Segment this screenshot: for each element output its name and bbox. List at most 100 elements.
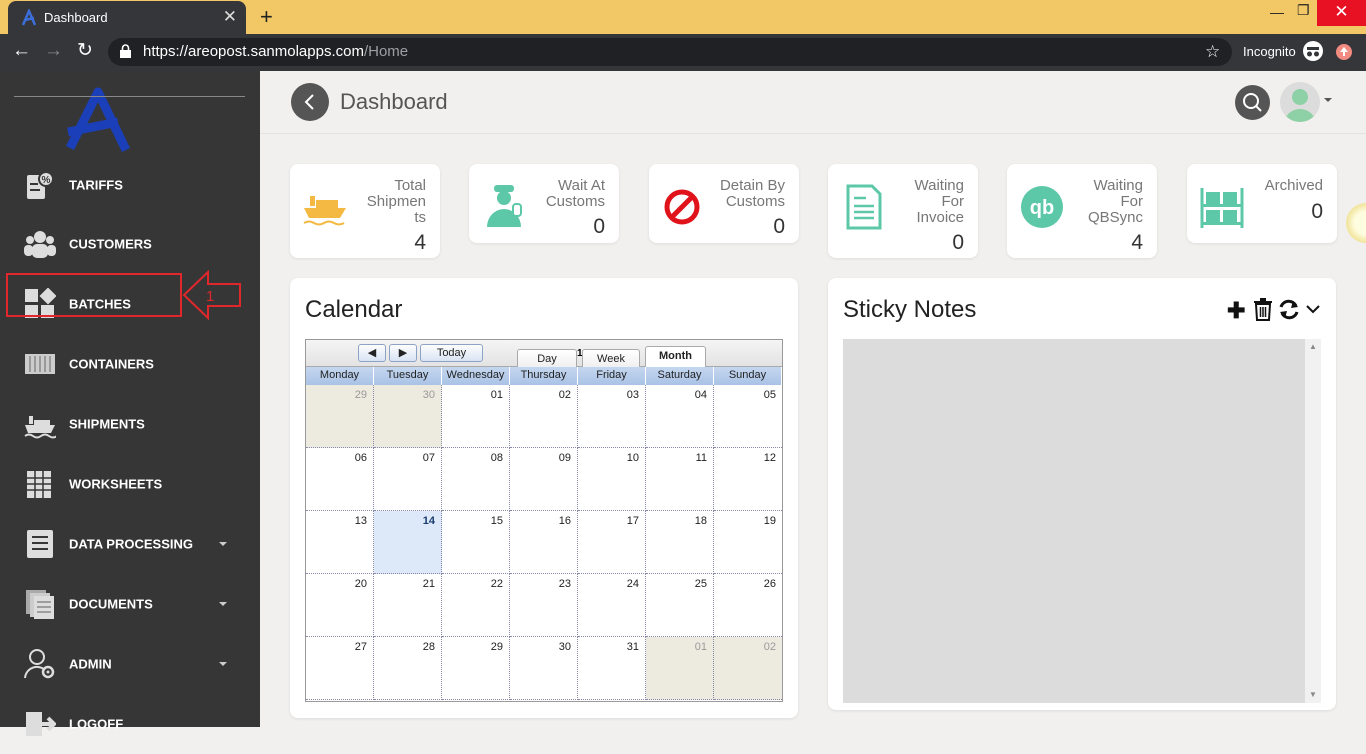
calendar-day-cell[interactable]: 29 xyxy=(442,637,510,700)
calendar-day-cell[interactable]: 12 xyxy=(714,448,782,511)
sidebar-item-label: DOCUMENTS xyxy=(69,596,153,612)
new-tab-icon[interactable]: + xyxy=(260,4,273,30)
url-path: /Home xyxy=(363,43,409,60)
calendar-day-cell[interactable]: 23 xyxy=(510,574,578,637)
back-button[interactable] xyxy=(291,83,329,121)
chevron-down-icon[interactable] xyxy=(1324,98,1332,102)
calendar-day-cell[interactable]: 31 xyxy=(578,637,646,700)
calendar-day-cell[interactable]: 17 xyxy=(578,511,646,574)
chevron-down-icon xyxy=(219,602,227,606)
stat-card-waiting-for-invoice[interactable]: Waiting For Invoice 0 xyxy=(828,164,978,258)
bookmark-star-icon[interactable]: ☆ xyxy=(1205,42,1220,62)
sidebar-item-admin[interactable]: ADMIN xyxy=(0,634,260,694)
calendar-day-cell[interactable]: 21 xyxy=(374,574,442,637)
calendar-day-cell[interactable]: 01 xyxy=(442,385,510,448)
calendar-day-cell[interactable]: 19 xyxy=(714,511,782,574)
close-tab-icon[interactable]: ✕ xyxy=(223,7,237,27)
today-button[interactable]: Today xyxy=(420,344,483,362)
stat-card-detain-by-customs[interactable]: Detain By Customs 0 xyxy=(649,164,799,243)
stat-label: Total Shipmen ts xyxy=(336,178,426,226)
scrollbar[interactable]: ▲ ▼ xyxy=(1305,339,1321,703)
calendar-day-cell[interactable]: 02 xyxy=(714,637,782,700)
stat-card-archived[interactable]: Archived 0 xyxy=(1187,164,1337,243)
back-arrow-icon[interactable]: ← xyxy=(12,40,31,62)
sidebar-item-containers[interactable]: CONTAINERS xyxy=(0,334,260,394)
tab-day[interactable]: Day xyxy=(517,349,577,369)
tab-month[interactable]: Month xyxy=(645,346,706,368)
sidebar-item-logoff[interactable]: LOGOFF xyxy=(0,694,260,754)
stat-card-wait-at-customs[interactable]: Wait At Customs 0 xyxy=(469,164,619,243)
sidebar-item-data-processing[interactable]: DATA PROCESSING xyxy=(0,514,260,574)
forward-arrow-icon[interactable]: → xyxy=(44,40,63,62)
calendar-day-cell[interactable]: 15 xyxy=(442,511,510,574)
incognito-icon[interactable] xyxy=(1302,40,1324,62)
calendar-day-cell[interactable]: 13 xyxy=(306,511,374,574)
sidebar-item-tariffs[interactable]: % TARIFFS xyxy=(0,155,260,215)
stat-value: 0 xyxy=(952,231,964,254)
stat-label-line: For xyxy=(941,193,965,210)
calendar-day-cell[interactable]: 11 xyxy=(646,448,714,511)
stat-label: Archived xyxy=(1233,178,1323,194)
weekday-label: Sunday xyxy=(714,367,782,385)
stat-label-line: Wait At xyxy=(558,177,605,194)
calendar-day-cell[interactable]: 30 xyxy=(374,385,442,448)
calendar-day-cell[interactable]: 07 xyxy=(374,448,442,511)
minimize-icon[interactable]: — xyxy=(1270,4,1284,20)
calendar-day-cell[interactable]: 06 xyxy=(306,448,374,511)
sidebar-item-label: ADMIN xyxy=(69,656,112,672)
sidebar-item-worksheets[interactable]: WORKSHEETS xyxy=(0,454,260,514)
calendar-day-cell[interactable]: 20 xyxy=(306,574,374,637)
calendar-day-cell[interactable]: 10 xyxy=(578,448,646,511)
sidebar-item-label: TARIFFS xyxy=(69,177,123,193)
calendar-day-cell[interactable]: 14 xyxy=(374,511,442,574)
sticky-notes-area[interactable] xyxy=(843,339,1321,703)
stat-card-waiting-for-qbsync[interactable]: qb Waiting For QBSync 4 xyxy=(1007,164,1157,258)
add-note-icon[interactable]: ✚ xyxy=(1227,298,1245,324)
calendar-day-cell[interactable]: 24 xyxy=(578,574,646,637)
ship-icon xyxy=(24,416,56,439)
calendar-day-cell[interactable]: 03 xyxy=(578,385,646,448)
calendar-day-cell[interactable]: 22 xyxy=(442,574,510,637)
next-month-button[interactable]: ▶ xyxy=(389,344,417,362)
url-field[interactable]: https://areopost.sanmolapps.com/Home xyxy=(108,38,1232,66)
stat-card-total-shipments[interactable]: Total Shipmen ts 4 xyxy=(290,164,440,258)
calendar-day-cell[interactable]: 02 xyxy=(510,385,578,448)
reload-icon[interactable]: ↻ xyxy=(77,39,93,62)
window-close-icon[interactable]: ✕ xyxy=(1317,0,1366,26)
browser-tab-strip: Dashboard ✕ + — ❐ ✕ xyxy=(0,0,1366,34)
prev-month-button[interactable]: ◀ xyxy=(358,344,386,362)
calendar-day-cell[interactable]: 01 xyxy=(646,637,714,700)
sidebar-item-customers[interactable]: CUSTOMERS xyxy=(0,214,260,274)
calendar-day-cell[interactable]: 27 xyxy=(306,637,374,700)
avatar[interactable] xyxy=(1280,82,1320,122)
browser-tab[interactable]: Dashboard ✕ xyxy=(8,1,246,34)
scroll-up-icon[interactable]: ▲ xyxy=(1309,342,1317,351)
calendar-day-cell[interactable]: 18 xyxy=(646,511,714,574)
calendar-day-cell[interactable]: 08 xyxy=(442,448,510,511)
extension-icon[interactable] xyxy=(1335,43,1353,61)
weekday-label: Tuesday xyxy=(374,367,442,385)
calendar-day-cell[interactable]: 29 xyxy=(306,385,374,448)
calendar-day-cell[interactable]: 16 xyxy=(510,511,578,574)
sidebar-item-documents[interactable]: DOCUMENTS xyxy=(0,574,260,634)
calendar-day-cell[interactable]: 04 xyxy=(646,385,714,448)
refresh-icon[interactable] xyxy=(1277,298,1301,321)
calendar-day-cell[interactable]: 09 xyxy=(510,448,578,511)
svg-text:qb: qb xyxy=(1030,197,1054,219)
calendar-day-cell[interactable]: 26 xyxy=(714,574,782,637)
stat-label-line: Total xyxy=(394,177,426,194)
sidebar-item-shipments[interactable]: SHIPMENTS xyxy=(0,394,260,454)
chevron-down-icon[interactable] xyxy=(1305,303,1321,315)
search-button[interactable] xyxy=(1235,85,1270,120)
calendar-day-cell[interactable]: 30 xyxy=(510,637,578,700)
scroll-down-icon[interactable]: ▼ xyxy=(1309,690,1317,699)
restore-icon[interactable]: ❐ xyxy=(1297,2,1310,19)
calendar-day-cell[interactable]: 25 xyxy=(646,574,714,637)
trash-icon[interactable] xyxy=(1253,298,1273,321)
weekday-label: Saturday xyxy=(646,367,714,385)
calendar-toolbar: ◀ ▶ Today Day 1 Week Month xyxy=(306,340,782,369)
data-processing-icon xyxy=(27,530,53,558)
tab-week[interactable]: Week xyxy=(582,349,640,369)
calendar-day-cell[interactable]: 28 xyxy=(374,637,442,700)
calendar-day-cell[interactable]: 05 xyxy=(714,385,782,448)
